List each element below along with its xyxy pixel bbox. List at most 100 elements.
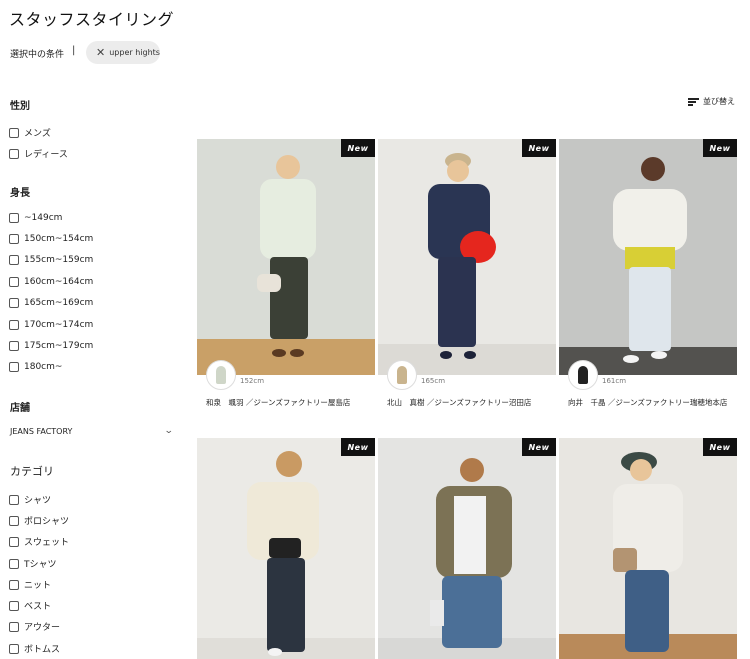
styling-card[interactable]: New 161cm 向井 千晶 ／ジーンズファクトリー瑞穂地本店 [559, 139, 737, 419]
styling-card[interactable]: New [197, 438, 375, 659]
staff-name-shop[interactable]: 北山 真樹 ／ジーンズファクトリー沼田店 [387, 397, 555, 409]
checkbox[interactable] [9, 621, 19, 632]
filter-option-height[interactable]: 160cm~164cm [9, 277, 93, 287]
checkbox[interactable] [9, 320, 19, 330]
checkbox[interactable] [9, 536, 19, 547]
sort-button[interactable]: 並び替え [688, 96, 735, 107]
avatar[interactable] [206, 360, 236, 390]
shop-select-value: JEANS FACTORY [10, 426, 73, 436]
checkbox[interactable] [9, 515, 19, 526]
filter-option-category[interactable]: シャツ [9, 493, 51, 506]
filter-option-height[interactable]: ~149cm [9, 213, 62, 223]
option-label: ~149cm [24, 213, 63, 223]
checkbox[interactable] [9, 579, 19, 590]
page-title: スタッフスタイリング [9, 10, 175, 29]
checkbox[interactable] [9, 298, 19, 308]
filter-heading-height: 身長 [10, 188, 30, 199]
option-label: 175cm~179cm [24, 341, 94, 351]
checkbox[interactable] [9, 127, 19, 138]
new-badge: New [703, 438, 737, 456]
filter-option-category[interactable]: ベスト [9, 599, 51, 612]
styling-photo[interactable]: New [197, 438, 375, 659]
option-label: ニット [24, 581, 52, 591]
photo-illustration [559, 139, 737, 375]
checkbox[interactable] [9, 213, 19, 223]
option-label: ポロシャツ [24, 517, 70, 527]
option-label: Tシャツ [24, 560, 57, 570]
styling-photo[interactable]: New [378, 139, 556, 375]
staff-height: 161cm [602, 377, 627, 385]
filter-option-height[interactable]: 180cm~ [9, 362, 62, 372]
filter-option-category[interactable]: ニット [9, 578, 51, 591]
checkbox[interactable] [9, 494, 19, 505]
new-badge: New [703, 139, 737, 157]
filter-option-height[interactable]: 165cm~169cm [9, 298, 93, 308]
option-label: ベスト [24, 602, 52, 612]
checkbox[interactable] [9, 148, 19, 159]
styling-photo[interactable]: New [197, 139, 375, 375]
filter-option-category[interactable]: Tシャツ [9, 557, 57, 570]
checkbox[interactable] [9, 558, 19, 569]
sort-icon [688, 97, 699, 106]
filter-option-category[interactable]: ボトムス [9, 642, 60, 655]
shop-select[interactable]: JEANS FACTORY ⌄ [10, 426, 174, 436]
avatar[interactable] [387, 360, 417, 390]
option-label: スウェット [24, 538, 70, 548]
staff-height: 165cm [421, 377, 446, 385]
checkbox[interactable] [9, 234, 19, 244]
sort-label: 並び替え [703, 97, 735, 106]
filter-heading-category: カテゴリ [10, 465, 54, 478]
photo-illustration [197, 438, 375, 659]
chevron-down-icon[interactable]: ⌄ [164, 426, 174, 436]
filter-option-ladies[interactable]: レディース [9, 147, 68, 160]
option-label: 160cm~164cm [24, 277, 94, 287]
checkbox[interactable] [9, 341, 19, 351]
option-label: 150cm~154cm [24, 234, 94, 244]
filter-option-mens[interactable]: メンズ [9, 126, 51, 139]
option-label: シャツ [24, 496, 52, 506]
filter-option-height[interactable]: 170cm~174cm [9, 320, 93, 330]
new-badge: New [341, 438, 375, 456]
filter-chip-upper-hights[interactable]: ✕ upper hights [86, 41, 160, 64]
styling-photo[interactable]: New [559, 438, 737, 659]
option-label: 170cm~174cm [24, 320, 94, 330]
filter-heading-gender: 性別 [10, 101, 30, 112]
filter-heading-shop: 店舗 [10, 403, 30, 414]
styling-card[interactable]: New [559, 438, 737, 659]
filter-option-category[interactable]: スウェット [9, 535, 69, 548]
filter-option-category[interactable]: アウター [9, 620, 60, 633]
option-label: 165cm~169cm [24, 298, 94, 308]
photo-illustration [197, 139, 375, 375]
checkbox[interactable] [9, 255, 19, 265]
selected-conditions-label: 選択中の条件 [10, 50, 65, 60]
photo-illustration [559, 438, 737, 659]
staff-name-shop[interactable]: 向井 千晶 ／ジーンズファクトリー瑞穂地本店 [568, 397, 736, 409]
close-icon[interactable]: ✕ [96, 47, 105, 58]
filter-option-height[interactable]: 150cm~154cm [9, 234, 93, 244]
new-badge: New [522, 438, 556, 456]
checkbox[interactable] [9, 643, 19, 654]
filter-option-category[interactable]: ポロシャツ [9, 514, 69, 527]
option-label: 180cm~ [24, 362, 63, 372]
staff-name-shop[interactable]: 和泉 颯羽 ／ジーンズファクトリー屋島店 [206, 397, 374, 409]
styling-photo[interactable]: New [378, 438, 556, 659]
styling-card[interactable]: New 152cm 和泉 颯羽 ／ジーンズファクトリー屋島店 [197, 139, 375, 419]
styling-card[interactable]: New [378, 438, 556, 659]
filter-option-height[interactable]: 155cm~159cm [9, 255, 93, 265]
styling-photo[interactable]: New [559, 139, 737, 375]
styling-card[interactable]: New 165cm 北山 真樹 ／ジーンズファクトリー沼田店 [378, 139, 556, 419]
staff-height: 152cm [240, 377, 265, 385]
avatar[interactable] [568, 360, 598, 390]
option-label: 155cm~159cm [24, 255, 94, 265]
conditions-separator: | [72, 45, 76, 56]
photo-illustration [378, 139, 556, 375]
checkbox[interactable] [9, 600, 19, 611]
checkbox[interactable] [9, 277, 19, 287]
option-label: レディース [24, 150, 68, 160]
option-label: メンズ [24, 129, 51, 139]
photo-illustration [378, 438, 556, 659]
filter-option-height[interactable]: 175cm~179cm [9, 341, 93, 351]
filter-chip-label: upper hights [109, 48, 160, 57]
checkbox[interactable] [9, 362, 19, 372]
new-badge: New [341, 139, 375, 157]
